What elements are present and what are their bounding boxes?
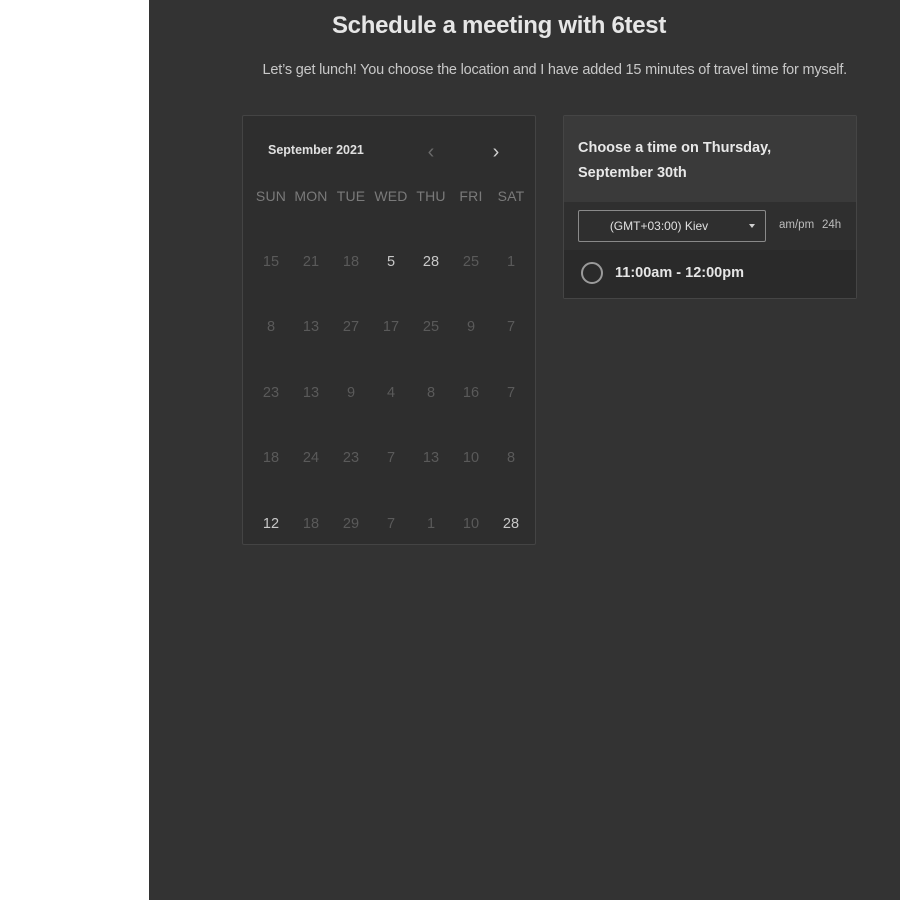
time-panel: Choose a time on Thursday, September 30t… — [563, 115, 857, 299]
time-slot-label: 11:00am - 12:00pm — [615, 265, 744, 281]
calendar-day: 1 — [426, 515, 436, 532]
calendar-day: 13 — [302, 384, 320, 401]
weekday-label: WED — [374, 188, 408, 204]
calendar-day: 9 — [466, 319, 476, 336]
calendar-day: 23 — [262, 384, 280, 401]
calendar-week-row: 18 24 23 7 13 10 8 — [251, 426, 531, 492]
calendar-week-row: 15 21 18 5 28 25 1 — [251, 229, 531, 295]
weekday-label: TUE — [336, 188, 366, 204]
calendar-day[interactable]: 28 — [411, 229, 451, 295]
timezone-value: (GMT+03:00) Kiev — [609, 219, 709, 233]
radio-icon[interactable] — [581, 262, 603, 284]
calendar-day: 8 — [426, 384, 436, 401]
calendar-day: 9 — [346, 384, 356, 401]
calendar-week-row: 12 18 29 7 1 10 28 — [251, 491, 531, 557]
month-label: September 2021 — [268, 143, 364, 157]
calendar-day: 27 — [342, 319, 360, 336]
calendar-day: 4 — [386, 384, 396, 401]
calendar-day: 13 — [302, 319, 320, 336]
calendar-day: 23 — [342, 450, 360, 467]
format-24h-toggle[interactable]: 24h — [822, 219, 841, 231]
calendar-day: 15 — [262, 253, 280, 270]
page-title: Schedule a meeting with 6test — [331, 12, 667, 39]
weekday-header: SUN MON TUE WED THU FRI SAT — [251, 188, 531, 204]
calendar-grid: 15 21 18 5 28 25 1 8 13 27 17 25 9 7 23 13 9 4 8 16 7 18 24 23 7… — [251, 229, 531, 557]
calendar-day: 7 — [506, 384, 516, 401]
calendar-day: 21 — [302, 253, 320, 270]
calendar-day: 24 — [302, 450, 320, 467]
calendar-day: 18 — [302, 515, 320, 532]
weekday-label: SAT — [497, 188, 525, 204]
caret-down-icon — [749, 224, 755, 228]
chevron-right-icon[interactable]: › — [485, 142, 507, 164]
chevron-left-icon[interactable]: ‹ — [420, 142, 442, 164]
calendar-day: 18 — [342, 253, 360, 270]
format-ampm-toggle[interactable]: am/pm — [779, 219, 814, 231]
calendar-day: 25 — [422, 319, 440, 336]
calendar-day: 7 — [506, 319, 516, 336]
weekday-label: THU — [416, 188, 446, 204]
time-panel-title: Choose a time on Thursday, September 30t… — [578, 140, 772, 181]
page-subtitle: Let’s get lunch! You choose the location… — [262, 62, 848, 78]
left-blank-area — [0, 0, 149, 900]
calendar-header: September 2021 ‹ › — [243, 116, 535, 186]
calendar-day: 16 — [462, 384, 480, 401]
calendar-day: 7 — [386, 450, 396, 467]
calendar-week-row: 23 13 9 4 8 16 7 — [251, 360, 531, 426]
weekday-label: SUN — [255, 188, 287, 204]
calendar-week-row: 8 13 27 17 25 9 7 — [251, 295, 531, 361]
calendar: September 2021 ‹ › SUN MON TUE WED THU FRI SAT… — [242, 115, 536, 545]
calendar-day[interactable]: 5 — [371, 229, 411, 295]
calendar-day: 29 — [342, 515, 360, 532]
calendar-day: 13 — [422, 450, 440, 467]
calendar-day: 25 — [462, 253, 480, 270]
weekday-label: FRI — [459, 188, 483, 204]
timezone-select[interactable]: (GMT+03:00) Kiev — [578, 210, 766, 242]
calendar-day[interactable]: 28 — [491, 491, 531, 557]
time-panel-header: Choose a time on Thursday, September 30t… — [564, 116, 856, 202]
calendar-day: 10 — [462, 450, 480, 467]
calendar-day: 8 — [506, 450, 516, 467]
calendar-day: 17 — [382, 319, 400, 336]
calendar-day: 7 — [386, 515, 396, 532]
calendar-day: 18 — [262, 450, 280, 467]
calendar-day[interactable]: 12 — [251, 491, 291, 557]
weekday-label: MON — [294, 188, 328, 204]
time-slot[interactable]: 11:00am - 12:00pm — [564, 250, 856, 298]
calendar-day: 1 — [506, 253, 516, 270]
calendar-day: 8 — [266, 319, 276, 336]
calendar-day: 10 — [462, 515, 480, 532]
